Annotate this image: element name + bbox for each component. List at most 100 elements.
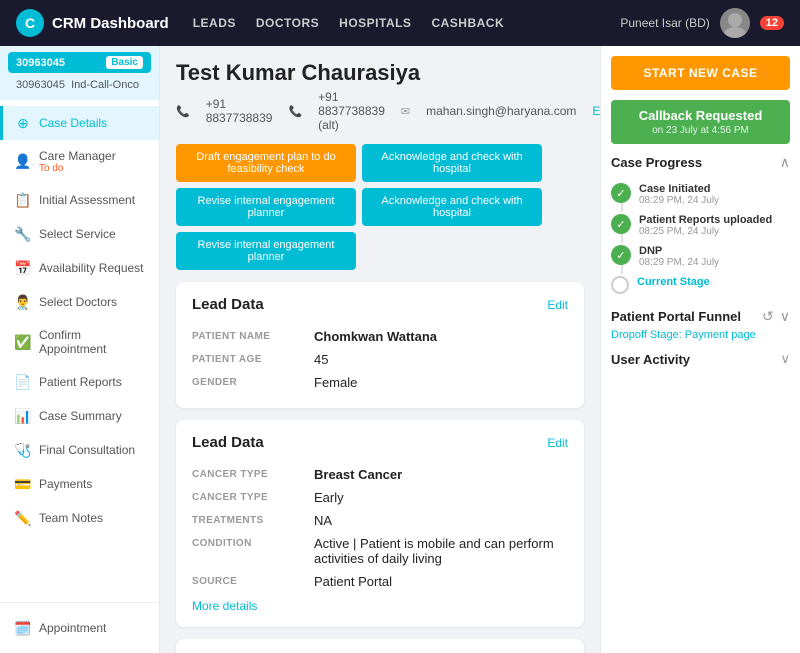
table-row: CANCER TYPE Breast Cancer bbox=[192, 463, 568, 486]
progress-text: Patient Reports uploaded 08:25 PM, 24 Ju… bbox=[639, 214, 790, 237]
initial-assessment-icon: 📋 bbox=[15, 192, 31, 208]
lead-data-1-edit[interactable]: Edit bbox=[547, 298, 568, 312]
callback-requested-section[interactable]: Callback Requested on 23 July at 4:56 PM bbox=[611, 100, 790, 144]
progress-dot-done: ✓ bbox=[611, 183, 631, 203]
progress-text: DNP 08:29 PM, 24 July bbox=[639, 245, 790, 268]
patient-header: Test Kumar Chaurasiya 📞 +91 8837738839 📞… bbox=[176, 60, 584, 132]
nav-leads[interactable]: LEADS bbox=[193, 16, 236, 30]
sidebar-item-label: Care Manager bbox=[39, 149, 116, 163]
row-value: Chomkwan Wattana bbox=[314, 329, 437, 344]
top-nav-right: Puneet Isar (BD) 12 bbox=[620, 8, 784, 38]
nav-hospitals[interactable]: HOSPITALS bbox=[339, 16, 411, 30]
funnel-dropoff: Dropoff Stage: Payment page bbox=[611, 329, 790, 341]
funnel-dropoff-label: Dropoff Stage: bbox=[611, 329, 682, 341]
activity-expand-icon[interactable]: ∨ bbox=[780, 351, 790, 367]
sidebar-item-initial-assessment[interactable]: 📋 Initial Assessment bbox=[0, 183, 159, 217]
case-summary-icon: 📊 bbox=[15, 408, 31, 424]
funnel-expand-icon[interactable]: ∨ bbox=[780, 308, 790, 325]
row-label: CANCER TYPE bbox=[192, 467, 302, 480]
sidebar: 30963045 Basic 30963045 Ind-Call-Onco ⊕ … bbox=[0, 46, 160, 653]
sidebar-item-team-notes[interactable]: ✏️ Team Notes bbox=[0, 501, 159, 535]
logo[interactable]: C CRM Dashboard bbox=[16, 9, 169, 37]
patient-portal-funnel-section: Patient Portal Funnel ↺ ∨ Dropoff Stage:… bbox=[611, 308, 790, 341]
main-layout: 30963045 Basic 30963045 Ind-Call-Onco ⊕ … bbox=[0, 46, 800, 653]
progress-item: ✓ Patient Reports uploaded 08:25 PM, 24 … bbox=[611, 210, 790, 241]
sidebar-item-case-details[interactable]: ⊕ Case Details bbox=[0, 106, 159, 140]
more-details-link[interactable]: More details bbox=[192, 599, 257, 613]
sidebar-item-label: Case Summary bbox=[39, 409, 122, 423]
case-progress-toggle[interactable]: ∧ bbox=[780, 154, 790, 171]
lead-data-card-2: Lead Data Edit CANCER TYPE Breast Cancer… bbox=[176, 420, 584, 627]
progress-dot-current bbox=[611, 276, 629, 294]
sidebar-item-label: Initial Assessment bbox=[39, 193, 135, 207]
sidebar-item-patient-reports[interactable]: 📄 Patient Reports bbox=[0, 365, 159, 399]
patient-reports-icon: 📄 bbox=[15, 374, 31, 390]
sidebar-item-final-consultation[interactable]: 🩺 Final Consultation bbox=[0, 433, 159, 467]
row-label: PATIENT AGE bbox=[192, 352, 302, 365]
activity-header: User Activity ∨ bbox=[611, 351, 790, 367]
action-btn-4[interactable]: Revise internal engagement planner bbox=[176, 232, 356, 270]
sidebar-item-label: Appointment bbox=[39, 621, 106, 635]
action-btn-1[interactable]: Acknowledge and check with hospital bbox=[362, 144, 542, 182]
secondary-case-id[interactable]: 30963045 Ind-Call-Onco bbox=[8, 76, 151, 94]
row-value: Female bbox=[314, 375, 357, 390]
lead-data-2-header: Lead Data Edit bbox=[192, 434, 568, 451]
sidebar-item-label: Case Details bbox=[39, 116, 107, 130]
start-new-case-button[interactable]: START NEW CASE bbox=[611, 56, 790, 90]
user-activity-section: User Activity ∨ bbox=[611, 351, 790, 367]
sidebar-item-label: Confirm Appointment bbox=[39, 328, 147, 356]
appointment-icon: 🗓️ bbox=[15, 620, 31, 636]
patient-contact: 📞 +91 8837738839 📞 +91 8837738839 (alt) … bbox=[176, 90, 584, 132]
progress-label: Case Initiated bbox=[639, 183, 790, 195]
final-consultation-icon: 🩺 bbox=[15, 442, 31, 458]
confirm-appointment-icon: ✅ bbox=[15, 334, 31, 350]
sidebar-item-availability-request[interactable]: 📅 Availability Request bbox=[0, 251, 159, 285]
lead-data-card-1: Lead Data Edit PATIENT NAME Chomkwan Wat… bbox=[176, 282, 584, 408]
sidebar-item-confirm-appointment[interactable]: ✅ Confirm Appointment bbox=[0, 319, 159, 365]
funnel-title: Patient Portal Funnel bbox=[611, 309, 741, 324]
progress-text: Case Initiated 08:29 PM, 24 July bbox=[639, 183, 790, 206]
action-btn-2[interactable]: Revise internal engagement planner bbox=[176, 188, 356, 226]
sidebar-item-label: Availability Request bbox=[39, 261, 144, 275]
sidebar-item-select-doctors[interactable]: 👨‍⚕️ Select Doctors bbox=[0, 285, 159, 319]
action-btn-0[interactable]: Draft engagement plan to do feasibility … bbox=[176, 144, 356, 182]
action-btn-3[interactable]: Acknowledge and check with hospital bbox=[362, 188, 542, 226]
notification-badge[interactable]: 12 bbox=[760, 16, 784, 30]
sidebar-item-select-service[interactable]: 🔧 Select Service bbox=[0, 217, 159, 251]
right-panel: START NEW CASE Callback Requested on 23 … bbox=[600, 46, 800, 653]
email-icon: ✉ bbox=[401, 105, 410, 118]
case-progress-section: Case Progress ∧ ✓ Case Initiated 08:29 P… bbox=[611, 154, 790, 298]
table-row: PATIENT AGE 45 bbox=[192, 348, 568, 371]
care-manager-icon: 👤 bbox=[15, 154, 31, 170]
sidebar-item-label: Payments bbox=[39, 477, 92, 491]
row-value: 45 bbox=[314, 352, 328, 367]
active-case-id[interactable]: 30963045 Basic bbox=[8, 52, 151, 73]
patient-edit-link[interactable]: Edit bbox=[592, 104, 600, 118]
progress-label: DNP bbox=[639, 245, 790, 257]
progress-time: 08:29 PM, 24 July bbox=[639, 257, 790, 268]
table-row: PATIENT NAME Chomkwan Wattana bbox=[192, 325, 568, 348]
lead-data-2-edit[interactable]: Edit bbox=[547, 436, 568, 450]
table-row: GENDER Female bbox=[192, 371, 568, 394]
avatar[interactable] bbox=[720, 8, 750, 38]
sidebar-item-payments[interactable]: 💳 Payments bbox=[0, 467, 159, 501]
nav-doctors[interactable]: DOCTORS bbox=[256, 16, 319, 30]
sidebar-item-label: Select Service bbox=[39, 227, 116, 241]
table-row: TREATMENTS NA bbox=[192, 509, 568, 532]
activity-title: User Activity bbox=[611, 352, 690, 367]
lead-data-1-title: Lead Data bbox=[192, 296, 264, 313]
sidebar-item-case-summary[interactable]: 📊 Case Summary bbox=[0, 399, 159, 433]
patient-name: Test Kumar Chaurasiya bbox=[176, 60, 584, 86]
table-row: CONDITION Active | Patient is mobile and… bbox=[192, 532, 568, 570]
progress-dot-done: ✓ bbox=[611, 245, 631, 265]
sidebar-item-sub: To do bbox=[39, 163, 116, 174]
sidebar-item-appointment[interactable]: 🗓️ Appointment bbox=[0, 611, 159, 645]
sidebar-item-label: Final Consultation bbox=[39, 443, 135, 457]
top-navigation: C CRM Dashboard LEADS DOCTORS HOSPITALS … bbox=[0, 0, 800, 46]
sidebar-navigation: ⊕ Case Details 👤 Care Manager To do 📋 In… bbox=[0, 100, 159, 602]
sidebar-item-care-manager[interactable]: 👤 Care Manager To do bbox=[0, 140, 159, 183]
funnel-refresh-icon[interactable]: ↺ bbox=[762, 308, 774, 325]
nav-cashback[interactable]: CASHBACK bbox=[431, 16, 504, 30]
action-buttons: Draft engagement plan to do feasibility … bbox=[176, 144, 584, 270]
top-nav-links: LEADS DOCTORS HOSPITALS CASHBACK bbox=[193, 16, 597, 30]
